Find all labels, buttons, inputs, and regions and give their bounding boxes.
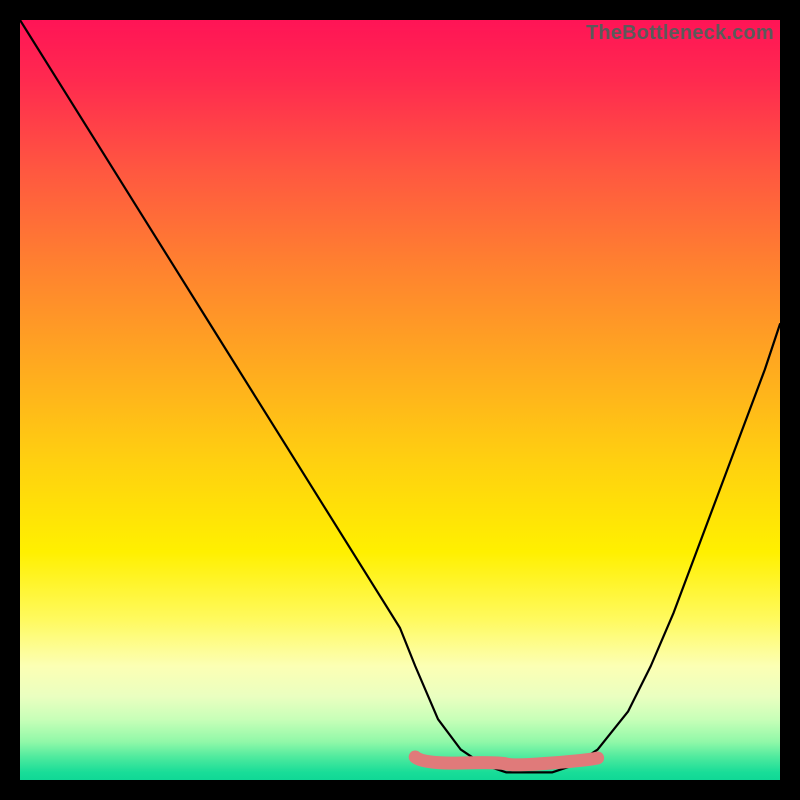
- watermark-text: TheBottleneck.com: [586, 22, 774, 45]
- chart-frame: TheBottleneck.com: [0, 0, 800, 800]
- curve-layer: [20, 20, 780, 780]
- plot-area: TheBottleneck.com: [20, 20, 780, 780]
- main-curve: [20, 20, 780, 772]
- flat-highlight: [409, 751, 603, 765]
